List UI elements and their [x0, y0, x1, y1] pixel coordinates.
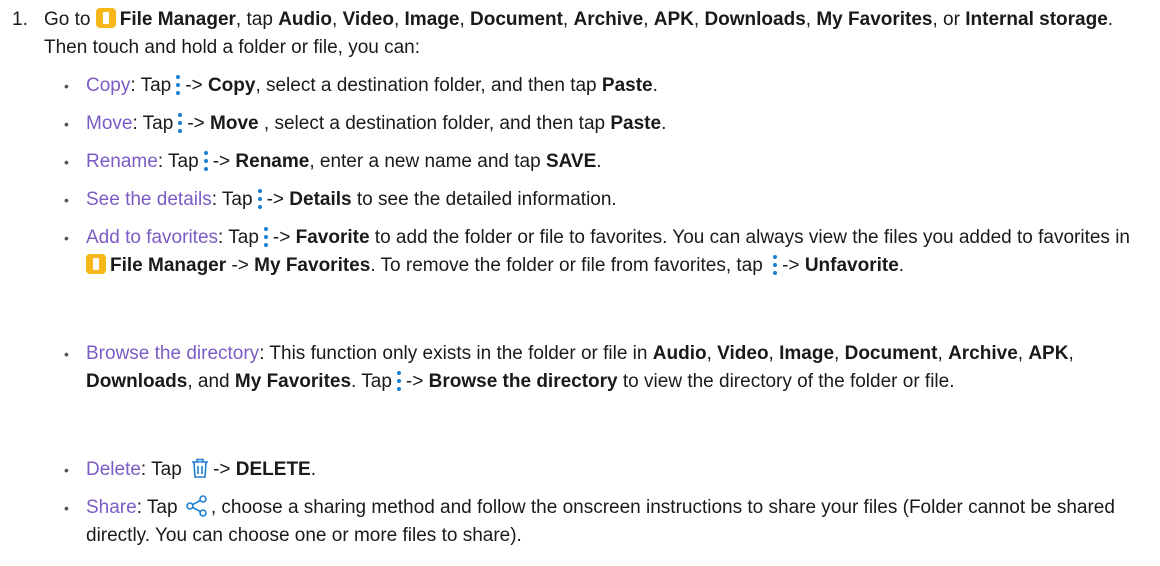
step-text-2: , tap	[235, 9, 273, 30]
label-video: Video	[342, 9, 394, 30]
more-options-icon	[175, 74, 181, 96]
term-browse-directory: Browse the directory	[86, 343, 260, 364]
term-rename: Rename	[86, 151, 158, 172]
term-delete: Delete	[86, 459, 141, 480]
app-name: File Manager	[119, 9, 236, 30]
command-delete: DELETE	[235, 459, 311, 480]
command-my-favorites: My Favorites	[254, 255, 371, 276]
more-options-icon	[772, 254, 778, 276]
term-copy: Copy	[86, 75, 131, 96]
command-favorite: Favorite	[295, 227, 370, 248]
label-image: Image	[404, 9, 460, 30]
term-details: See the details	[86, 189, 212, 210]
command-paste: Paste	[610, 113, 662, 134]
label-apk: APK	[653, 9, 694, 30]
step-text-3: , or	[932, 9, 960, 30]
label-audio: Audio	[278, 9, 333, 30]
command-paste: Paste	[601, 75, 653, 96]
bullet-dot: •	[64, 78, 69, 94]
label-archive: Archive	[573, 9, 644, 30]
term-add-to-favorites: Add to favorites	[86, 227, 219, 248]
bullet-dot: •	[64, 154, 69, 170]
bullet-dot: •	[64, 192, 69, 208]
more-options-icon	[263, 226, 269, 248]
step-text-1: Go to	[44, 9, 91, 30]
more-options-icon	[177, 112, 183, 134]
label-internal-storage: Internal storage	[965, 9, 1108, 30]
more-options-icon	[257, 188, 263, 210]
bullet-dot: •	[64, 500, 69, 516]
command-rename: Rename	[235, 151, 310, 172]
command-move: Move	[210, 113, 259, 134]
file-manager-app-icon	[95, 8, 116, 28]
bullet-dot: •	[64, 346, 69, 362]
command-unfavorite: Unfavorite	[804, 255, 899, 276]
bullet-dot: •	[64, 462, 69, 478]
label-my-favorites: My Favorites	[816, 9, 933, 30]
term-move: Move	[86, 113, 133, 134]
command-save: SAVE	[545, 151, 597, 172]
label-document: Document	[470, 9, 563, 30]
app-name: File Manager	[110, 255, 227, 276]
bullet-dot: •	[64, 230, 69, 246]
share-icon	[186, 495, 207, 517]
term-share: Share	[86, 497, 137, 518]
command-browse-directory: Browse the directory	[428, 371, 618, 392]
label-downloads: Downloads	[704, 9, 806, 30]
command-copy: Copy	[207, 75, 256, 96]
step-text: Go to File Manager, tap Audio, Video, Im…	[44, 8, 1114, 58]
bullet-dot: •	[64, 116, 69, 132]
file-manager-app-icon	[86, 254, 106, 274]
document-page: 1. Go to File Manager, tap Audio, Video,…	[0, 0, 1160, 566]
more-options-icon	[203, 150, 209, 172]
command-details: Details	[289, 189, 352, 210]
more-options-icon	[396, 370, 402, 392]
step-number: 1.	[12, 9, 28, 30]
delete-trash-icon	[192, 458, 209, 478]
